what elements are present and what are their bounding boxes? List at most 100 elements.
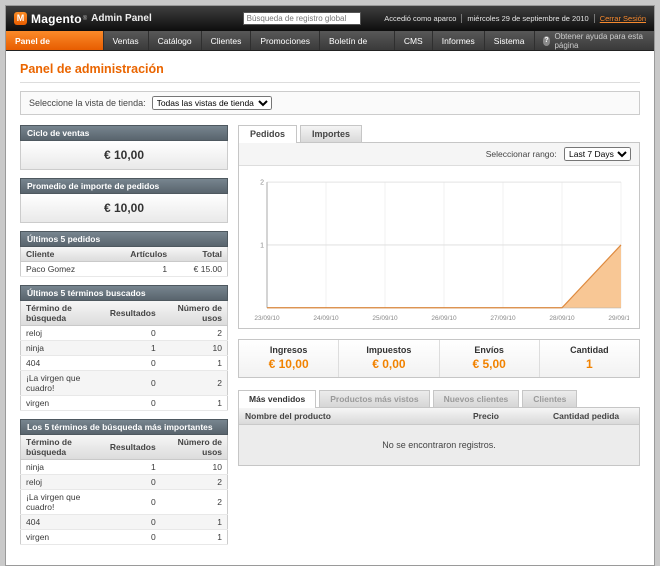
table-row[interactable]: virgen 0 1 xyxy=(21,530,228,545)
table-row[interactable]: ninja 1 10 xyxy=(21,460,228,475)
logout-link[interactable]: Cerrar Sesión xyxy=(600,14,646,23)
table-row[interactable]: Paco Gomez 1 € 15.00 xyxy=(21,262,228,277)
logo-text: Magento xyxy=(31,12,82,26)
main-nav: Panel de administración Ventas Catálogo … xyxy=(6,31,654,51)
panel-title: Ciclo de ventas xyxy=(20,125,228,141)
svg-text:23/09/10: 23/09/10 xyxy=(254,315,280,322)
magento-logo: M Magento ® Admin Panel xyxy=(14,12,219,26)
global-search-input[interactable] xyxy=(243,12,361,25)
nav-item-cms[interactable]: CMS xyxy=(395,31,433,50)
separator xyxy=(461,14,462,23)
cell-term: reloj xyxy=(21,475,105,490)
column-header: Resultados xyxy=(105,301,161,326)
logged-in-as: Accedió como aparco xyxy=(384,14,456,23)
table-row[interactable]: virgen 0 1 xyxy=(21,396,228,411)
products-grid: Nombre del producto Precio Cantidad pedi… xyxy=(238,407,640,466)
stat-label: Ingresos xyxy=(239,345,338,355)
chart-area: 23/09/1024/09/1025/09/1026/09/1027/09/10… xyxy=(239,166,639,328)
cell-customer: Paco Gomez xyxy=(21,262,106,277)
nav-item-informes[interactable]: Informes xyxy=(433,31,485,50)
stat-impuestos: Impuestos € 0,00 xyxy=(338,340,438,377)
stat-label: Cantidad xyxy=(540,345,639,355)
stat-value: 1 xyxy=(540,357,639,371)
cell-term: ¡La virgen que cuadro! xyxy=(21,490,105,515)
dashboard-main: Pedidos Importes Seleccionar rango: Last… xyxy=(238,125,640,553)
table-row[interactable]: ¡La virgen que cuadro! 0 2 xyxy=(21,371,228,396)
session-info: Accedió como aparco miércoles 29 de sept… xyxy=(384,14,646,23)
table-row[interactable]: 404 0 1 xyxy=(21,356,228,371)
grids-tabs: Más vendidos Productos más vistos Nuevos… xyxy=(238,390,640,407)
divider xyxy=(20,82,640,83)
cell-uses: 2 xyxy=(161,490,228,515)
nav-item-sistema[interactable]: Sistema xyxy=(485,31,535,50)
nav-item-promociones[interactable]: Promociones xyxy=(251,31,320,50)
cell-results: 0 xyxy=(105,490,161,515)
range-select[interactable]: Last 7 Days xyxy=(564,147,631,161)
nav-item-catalogo[interactable]: Catálogo xyxy=(149,31,202,50)
cell-uses: 1 xyxy=(161,396,228,411)
header-date: miércoles 29 de septiembre de 2010 xyxy=(467,14,588,23)
average-orders-panel: Promedio de importe de pedidos € 10,00 xyxy=(20,178,228,223)
cell-uses: 2 xyxy=(161,475,228,490)
column-header: Cantidad pedida xyxy=(547,408,639,425)
store-switcher-label: Seleccione la vista de tienda: xyxy=(29,98,146,108)
registered-mark: ® xyxy=(83,16,87,22)
table-row[interactable]: reloj 0 2 xyxy=(21,475,228,490)
table-row[interactable]: 404 0 1 xyxy=(21,515,228,530)
cell-results: 0 xyxy=(105,530,161,545)
cell-results: 0 xyxy=(105,396,161,411)
nav-item-ventas[interactable]: Ventas xyxy=(104,31,149,50)
page-content: Panel de administración Seleccione la vi… xyxy=(6,51,654,565)
panel-title: Promedio de importe de pedidos xyxy=(20,178,228,194)
cell-results: 0 xyxy=(105,475,161,490)
magento-logo-icon: M xyxy=(14,12,27,25)
cell-uses: 1 xyxy=(161,530,228,545)
nav-item-boletin[interactable]: Boletín de noticias xyxy=(320,31,395,50)
cell-uses: 10 xyxy=(161,341,228,356)
cell-uses: 2 xyxy=(161,371,228,396)
panel-title: Los 5 términos de búsqueda más important… xyxy=(20,419,228,435)
chart-panel: Seleccionar rango: Last 7 Days 23/09/10 2… xyxy=(238,142,640,329)
help-link[interactable]: ? Obtener ayuda para esta página xyxy=(535,31,655,50)
column-header: Número de usos xyxy=(161,435,228,460)
column-header: Nombre del producto xyxy=(239,408,467,425)
nav-item-clientes[interactable]: Clientes xyxy=(202,31,252,50)
nav-item-dashboard[interactable]: Panel de administración xyxy=(6,31,104,50)
stat-value: € 0,00 xyxy=(339,357,438,371)
store-view-select[interactable]: Todas las vistas de tienda xyxy=(152,96,272,110)
svg-text:2: 2 xyxy=(260,180,264,187)
cell-term: ¡La virgen que cuadro! xyxy=(21,371,105,396)
cell-term: 404 xyxy=(21,515,105,530)
range-label: Seleccionar rango: xyxy=(486,149,557,159)
tab-clientes: Clientes xyxy=(522,390,577,407)
stat-value: € 10,00 xyxy=(239,357,338,371)
tab-importes[interactable]: Importes xyxy=(300,125,362,142)
cell-results: 0 xyxy=(105,515,161,530)
lifetime-sales-value: € 10,00 xyxy=(20,141,228,170)
empty-records-message: No se encontraron registros. xyxy=(239,425,639,465)
stat-value: € 5,00 xyxy=(440,357,539,371)
svg-text:24/09/10: 24/09/10 xyxy=(313,315,339,322)
table-row[interactable]: ninja 1 10 xyxy=(21,341,228,356)
stat-envios: Envíos € 5,00 xyxy=(439,340,539,377)
cell-term: reloj xyxy=(21,326,105,341)
stat-cantidad: Cantidad 1 xyxy=(539,340,639,377)
tab-pedidos[interactable]: Pedidos xyxy=(238,125,297,143)
totals-bar: Ingresos € 10,00 Impuestos € 0,00 Envíos… xyxy=(238,339,640,378)
svg-text:25/09/10: 25/09/10 xyxy=(372,315,398,322)
cell-term: 404 xyxy=(21,356,105,371)
table-row[interactable]: reloj 0 2 xyxy=(21,326,228,341)
chart-tabs: Pedidos Importes xyxy=(238,125,640,142)
cell-uses: 2 xyxy=(161,326,228,341)
svg-text:1: 1 xyxy=(260,242,264,249)
orders-chart: 23/09/1024/09/1025/09/1026/09/1027/09/10… xyxy=(249,174,629,326)
range-toolbar: Seleccionar rango: Last 7 Days xyxy=(239,143,639,166)
svg-text:28/09/10: 28/09/10 xyxy=(549,315,575,322)
cell-term: virgen xyxy=(21,530,105,545)
cell-results: 1 xyxy=(105,341,161,356)
tab-mas-vendidos[interactable]: Más vendidos xyxy=(238,390,316,408)
column-header: Total xyxy=(172,247,227,262)
cell-results: 0 xyxy=(105,326,161,341)
table-row[interactable]: ¡La virgen que cuadro! 0 2 xyxy=(21,490,228,515)
separator xyxy=(594,14,595,23)
